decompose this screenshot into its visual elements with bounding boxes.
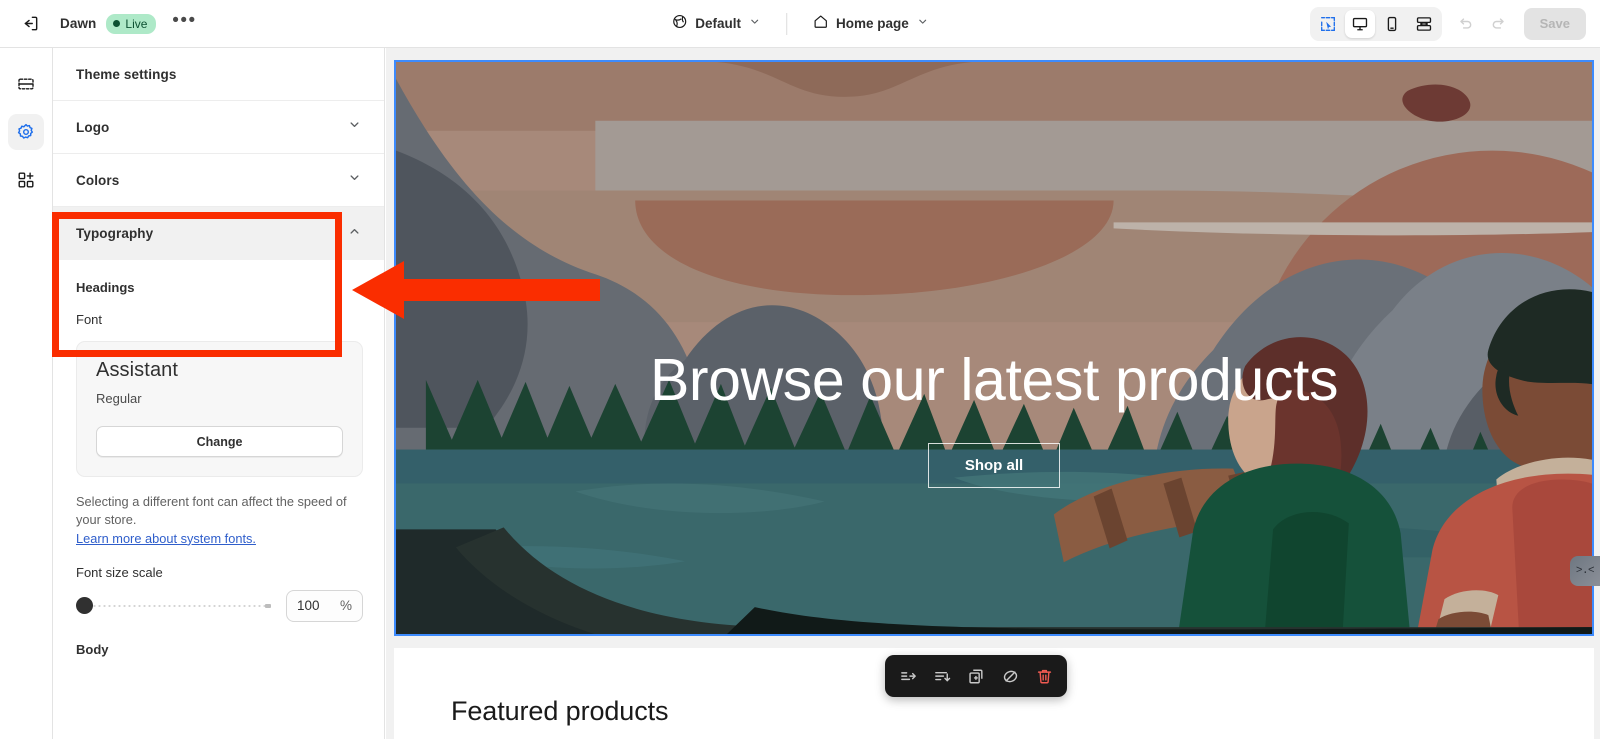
chevron-down-icon: [347, 170, 362, 190]
change-font-button[interactable]: Change: [96, 426, 343, 457]
panel-section-label: Typography: [76, 226, 154, 241]
panel-section-logo[interactable]: Logo: [53, 101, 384, 154]
desktop-icon[interactable]: [1344, 9, 1375, 38]
status-badge: Live: [106, 13, 157, 34]
live-dot-icon: [113, 20, 121, 27]
save-button[interactable]: Save: [1523, 7, 1586, 40]
top-bar: Dawn Live ••• Default Home page Save: [0, 0, 1600, 48]
more-actions-button[interactable]: •••: [168, 8, 200, 40]
duplicate-icon[interactable]: [962, 662, 990, 690]
hero-title: Browse our latest products: [649, 347, 1339, 413]
topbar-divider: [785, 12, 787, 35]
slider-knob[interactable]: [76, 597, 93, 615]
chevron-down-icon: [347, 117, 362, 137]
globe-icon: [671, 13, 688, 35]
panel-section-typography[interactable]: Typography: [53, 207, 384, 260]
slider-track-dots: [92, 603, 267, 608]
panel-header-title: Theme settings: [76, 66, 177, 82]
chevron-down-icon: [748, 15, 761, 33]
inspector-toggle-group: [1309, 6, 1442, 41]
rail-item-app-embeds[interactable]: [8, 162, 44, 198]
home-icon: [812, 13, 829, 35]
topbar-left-group: Dawn Live •••: [0, 8, 200, 40]
undo-icon[interactable]: [1450, 8, 1482, 40]
font-size-scale-slider[interactable]: [76, 596, 271, 616]
font-size-scale-value: 100: [297, 598, 320, 614]
theme-name: Dawn: [60, 16, 97, 31]
slider-track-end: [265, 603, 271, 608]
shop-all-button[interactable]: Shop all: [928, 442, 1060, 488]
chat-face-icon: >.<: [1575, 565, 1595, 577]
font-help-text: Selecting a different font can affect th…: [76, 494, 347, 528]
system-fonts-link[interactable]: Learn more about system fonts.: [53, 530, 279, 546]
panel-section-label: Colors: [76, 172, 120, 188]
topbar-center-group: Default Home page: [662, 0, 938, 48]
panel-section-colors[interactable]: Colors: [53, 154, 384, 207]
move-down-icon[interactable]: [928, 662, 956, 690]
mobile-icon[interactable]: [1377, 10, 1407, 38]
font-size-scale-label: Font size scale: [76, 564, 163, 580]
font-size-scale-control: 100 %: [53, 580, 384, 622]
rail-item-sections[interactable]: [8, 66, 44, 102]
typography-headings-label: Headings: [76, 280, 135, 295]
chevron-up-icon: [347, 224, 362, 244]
hero-section[interactable]: Browse our latest products Shop all: [394, 60, 1594, 636]
more-actions-label: •••: [172, 9, 197, 31]
heading-font-name: Assistant: [96, 359, 179, 381]
hero-content: Browse our latest products Shop all: [396, 347, 1592, 488]
page-label: Home page: [835, 16, 909, 31]
status-badge-label: Live: [125, 16, 148, 31]
left-rail: [0, 48, 53, 739]
locale-label: Default: [695, 16, 741, 31]
section-action-toolbar: [885, 655, 1067, 697]
exit-door-icon[interactable]: [14, 8, 46, 40]
trash-icon[interactable]: [1030, 662, 1058, 690]
chat-widget-button[interactable]: >.<: [1570, 556, 1600, 586]
move-up-icon[interactable]: [894, 662, 922, 690]
theme-editor-app: Dawn Live ••• Default Home page Save The…: [0, 0, 1600, 739]
panel-header: Theme settings: [53, 48, 384, 101]
heading-font-card: Assistant Regular Change: [76, 341, 363, 477]
typography-body-label: Body: [76, 641, 109, 657]
typography-font-label: Font: [76, 312, 103, 327]
topbar-right-group: Save: [1309, 6, 1586, 41]
heading-font-weight: Regular: [96, 391, 142, 406]
hide-eye-icon[interactable]: [996, 662, 1024, 690]
panel-section-label: Logo: [76, 119, 110, 135]
store-preview: Browse our latest products Shop all Feat…: [386, 48, 1600, 739]
font-size-scale-unit: %: [339, 598, 352, 614]
fullwidth-icon[interactable]: [1409, 10, 1439, 38]
redo-icon[interactable]: [1482, 8, 1514, 40]
chevron-down-icon: [916, 15, 929, 33]
cursor-select-icon[interactable]: [1313, 10, 1343, 38]
font-size-scale-input[interactable]: 100 %: [286, 589, 363, 622]
page-selector[interactable]: Home page: [803, 8, 938, 40]
theme-settings-panel: Theme settings Logo Colors Typography He…: [53, 48, 385, 739]
locale-selector[interactable]: Default: [662, 8, 770, 40]
rail-item-theme-settings[interactable]: [8, 114, 44, 150]
